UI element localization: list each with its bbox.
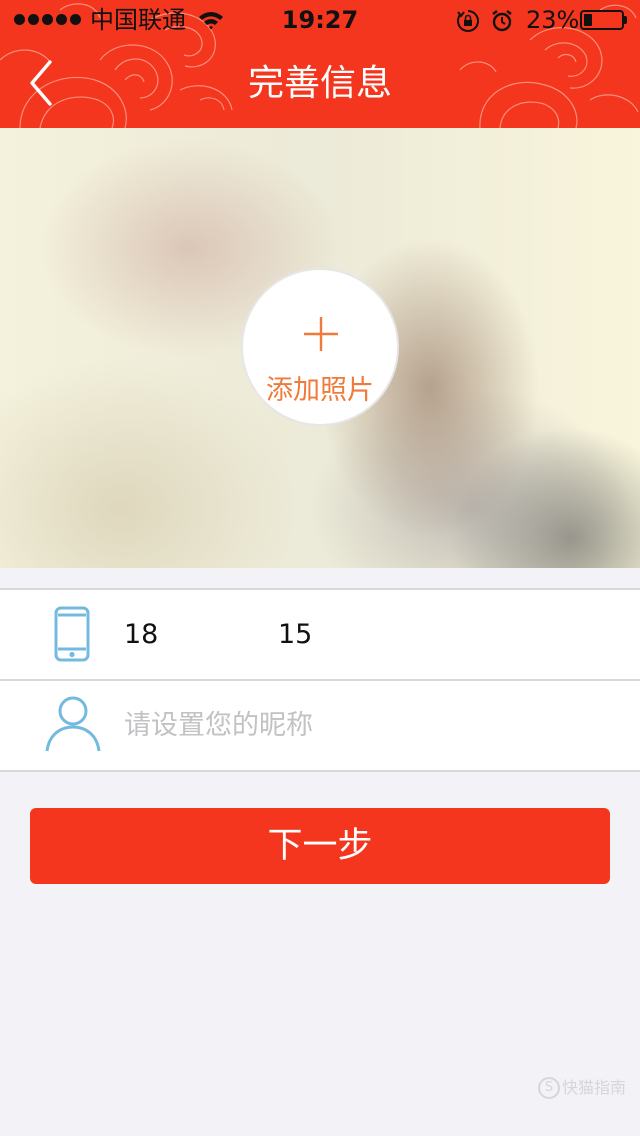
header-bar: 中国联通 19:27 23% 完善信息 [0, 0, 640, 128]
battery-tip [624, 16, 627, 24]
watermark-text: 快猫指南 [562, 1078, 627, 1097]
alarm-icon [492, 10, 512, 32]
phone-number-suffix: 15 [278, 619, 313, 650]
watermark: S 快猫指南 [538, 1076, 626, 1100]
profile-form: 18 15 [0, 588, 640, 772]
plus-icon [304, 317, 338, 351]
page-title: 完善信息 [247, 63, 392, 104]
nickname-input[interactable] [120, 699, 608, 751]
phone-row: 18 15 [0, 590, 640, 679]
phone-icon [54, 606, 90, 662]
watermark-badge: S [538, 1077, 560, 1099]
battery-level-fill [584, 14, 592, 26]
user-icon [45, 696, 101, 752]
battery-icon [580, 10, 624, 30]
status-bar: 中国联通 19:27 23% [0, 0, 640, 40]
battery-percentage: 23% [526, 6, 580, 34]
next-step-button[interactable]: 下一步 [30, 808, 610, 884]
add-photo-button[interactable]: 添加照片 [241, 268, 399, 426]
rotation-lock-icon [457, 10, 479, 32]
phone-number-prefix: 18 [124, 619, 159, 650]
add-photo-label: 添加照片 [266, 375, 374, 406]
nickname-row [0, 679, 640, 770]
